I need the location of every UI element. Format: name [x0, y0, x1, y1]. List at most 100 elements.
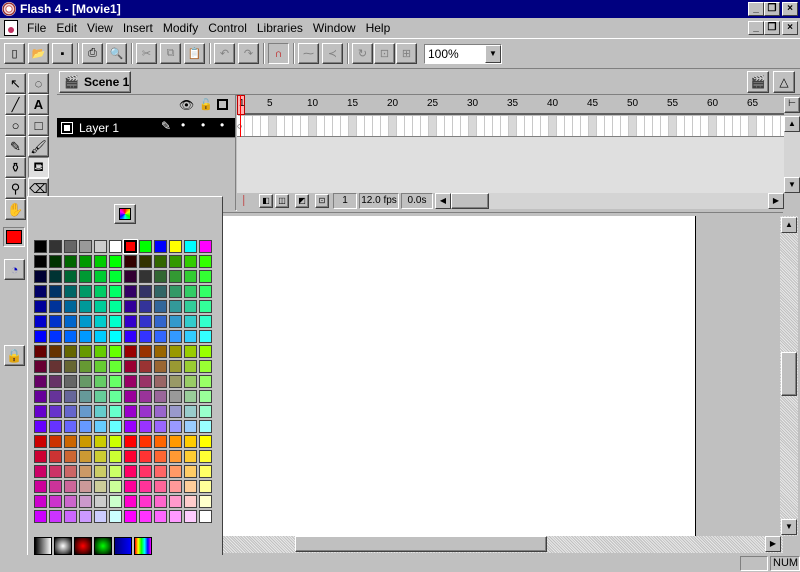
color-swatch[interactable] — [49, 375, 62, 388]
color-swatch[interactable] — [49, 435, 62, 448]
color-swatch[interactable] — [49, 480, 62, 493]
scroll-thumb[interactable] — [451, 193, 489, 209]
doc-minimize-button[interactable]: _ — [748, 21, 764, 35]
outline-dot[interactable]: • — [220, 118, 224, 132]
color-swatch[interactable] — [109, 300, 122, 313]
color-swatch[interactable] — [124, 315, 137, 328]
color-swatch[interactable] — [139, 285, 152, 298]
timeline-v-scrollbar[interactable]: ▲ ▼ — [784, 116, 800, 193]
smooth-icon[interactable]: ⁓ — [298, 43, 319, 64]
color-swatch[interactable] — [49, 405, 62, 418]
color-swatch[interactable] — [109, 345, 122, 358]
color-swatch[interactable] — [154, 495, 167, 508]
color-swatch[interactable] — [64, 315, 77, 328]
doc-close-button[interactable]: × — [782, 21, 798, 35]
color-swatch[interactable] — [139, 360, 152, 373]
color-swatch[interactable] — [79, 420, 92, 433]
scroll-up-icon[interactable]: ▲ — [781, 217, 797, 233]
color-swatch[interactable] — [169, 495, 182, 508]
color-swatch[interactable] — [49, 450, 62, 463]
ink-bottle-tool-icon[interactable]: ⚱ — [5, 157, 26, 178]
color-swatch[interactable] — [34, 315, 47, 328]
color-swatch[interactable] — [124, 480, 137, 493]
color-swatch[interactable] — [94, 495, 107, 508]
color-swatch[interactable] — [64, 300, 77, 313]
redo-icon[interactable]: ↷ — [238, 43, 259, 64]
scroll-right-icon[interactable]: ▶ — [768, 193, 784, 209]
edit-scene-icon[interactable]: 🎬 — [747, 71, 769, 93]
v-scroll-thumb[interactable] — [781, 352, 797, 396]
scene-tab[interactable]: 🎬 Scene 1 — [59, 71, 131, 93]
color-swatch[interactable] — [169, 405, 182, 418]
color-swatch[interactable] — [34, 495, 47, 508]
color-swatch[interactable] — [139, 345, 152, 358]
color-swatch[interactable] — [109, 450, 122, 463]
color-swatch[interactable] — [169, 480, 182, 493]
color-swatch[interactable] — [184, 405, 197, 418]
color-swatch[interactable] — [123, 239, 138, 254]
color-swatch[interactable] — [79, 240, 92, 253]
color-swatch[interactable] — [94, 270, 107, 283]
color-swatch[interactable] — [169, 435, 182, 448]
color-swatch[interactable] — [49, 465, 62, 478]
color-swatch[interactable] — [154, 480, 167, 493]
color-swatch[interactable] — [79, 450, 92, 463]
lasso-tool-icon[interactable]: ◌ — [28, 73, 49, 94]
gradient-black-white[interactable] — [34, 537, 52, 555]
color-swatch[interactable] — [79, 510, 92, 523]
color-swatch[interactable] — [124, 270, 137, 283]
copy-icon[interactable]: ⧉ — [160, 43, 181, 64]
color-swatch[interactable] — [94, 255, 107, 268]
color-swatch[interactable] — [139, 330, 152, 343]
color-swatch[interactable] — [49, 300, 62, 313]
paint-bucket-tool-icon[interactable]: ⛾ — [28, 157, 49, 178]
color-swatch[interactable] — [34, 465, 47, 478]
color-swatch[interactable] — [169, 285, 182, 298]
menu-control[interactable]: Control — [203, 21, 252, 35]
color-swatch[interactable] — [154, 300, 167, 313]
color-swatch[interactable] — [124, 495, 137, 508]
color-swatch[interactable] — [124, 255, 137, 268]
color-swatch[interactable] — [109, 495, 122, 508]
color-swatch[interactable] — [109, 405, 122, 418]
color-swatch[interactable] — [64, 480, 77, 493]
lock-dot[interactable]: • — [201, 118, 205, 132]
color-swatch[interactable] — [34, 270, 47, 283]
color-swatch[interactable] — [79, 375, 92, 388]
color-swatch[interactable] — [139, 315, 152, 328]
save-icon[interactable]: ▪ — [52, 43, 73, 64]
menu-view[interactable]: View — [82, 21, 118, 35]
color-swatch[interactable] — [199, 390, 212, 403]
color-swatch[interactable] — [184, 495, 197, 508]
flash-app-icon[interactable] — [2, 2, 16, 16]
doc-restore-button[interactable]: ❐ — [764, 21, 780, 35]
color-swatch[interactable] — [49, 495, 62, 508]
color-swatch[interactable] — [184, 255, 197, 268]
color-swatch[interactable] — [124, 405, 137, 418]
color-swatch[interactable] — [184, 375, 197, 388]
color-swatch[interactable] — [199, 450, 212, 463]
menu-insert[interactable]: Insert — [118, 21, 158, 35]
color-swatch[interactable] — [124, 300, 137, 313]
color-swatch[interactable] — [139, 495, 152, 508]
color-swatch[interactable] — [124, 330, 137, 343]
color-swatch[interactable] — [199, 480, 212, 493]
color-swatch[interactable] — [139, 375, 152, 388]
menu-edit[interactable]: Edit — [51, 21, 82, 35]
color-swatch[interactable] — [79, 405, 92, 418]
color-swatch[interactable] — [124, 390, 137, 403]
color-swatch[interactable] — [109, 270, 122, 283]
color-swatch[interactable] — [109, 390, 122, 403]
color-swatch[interactable] — [64, 345, 77, 358]
color-swatch[interactable] — [124, 465, 137, 478]
outline-icon[interactable] — [217, 99, 228, 110]
color-swatch[interactable] — [79, 270, 92, 283]
hand-tool-icon[interactable]: ✋ — [5, 199, 26, 220]
color-swatch[interactable] — [64, 420, 77, 433]
color-swatch[interactable] — [184, 315, 197, 328]
color-swatch[interactable] — [154, 270, 167, 283]
color-swatch[interactable] — [184, 480, 197, 493]
color-swatch[interactable] — [49, 360, 62, 373]
color-swatch[interactable] — [154, 450, 167, 463]
menu-libraries[interactable]: Libraries — [252, 21, 308, 35]
